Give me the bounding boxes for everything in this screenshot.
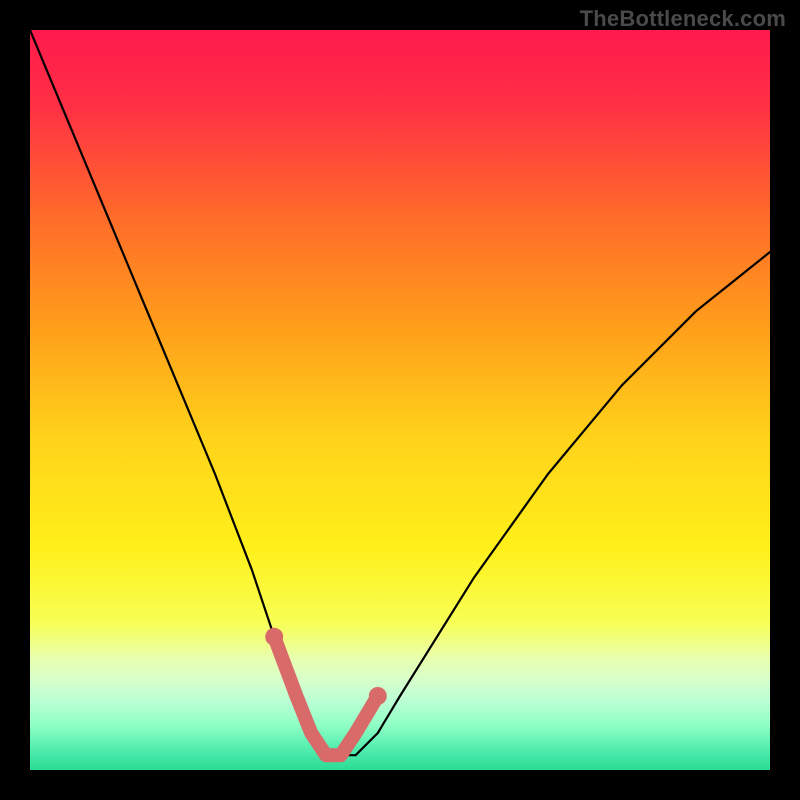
plot-area [30,30,770,770]
accent-end-dot [265,628,283,646]
curve-layer [30,30,770,770]
accent-end-dot [369,687,387,705]
bottleneck-curve [30,30,770,755]
accent-bottom [274,637,378,755]
chart-frame: TheBottleneck.com [0,0,800,800]
watermark-text: TheBottleneck.com [580,6,786,32]
